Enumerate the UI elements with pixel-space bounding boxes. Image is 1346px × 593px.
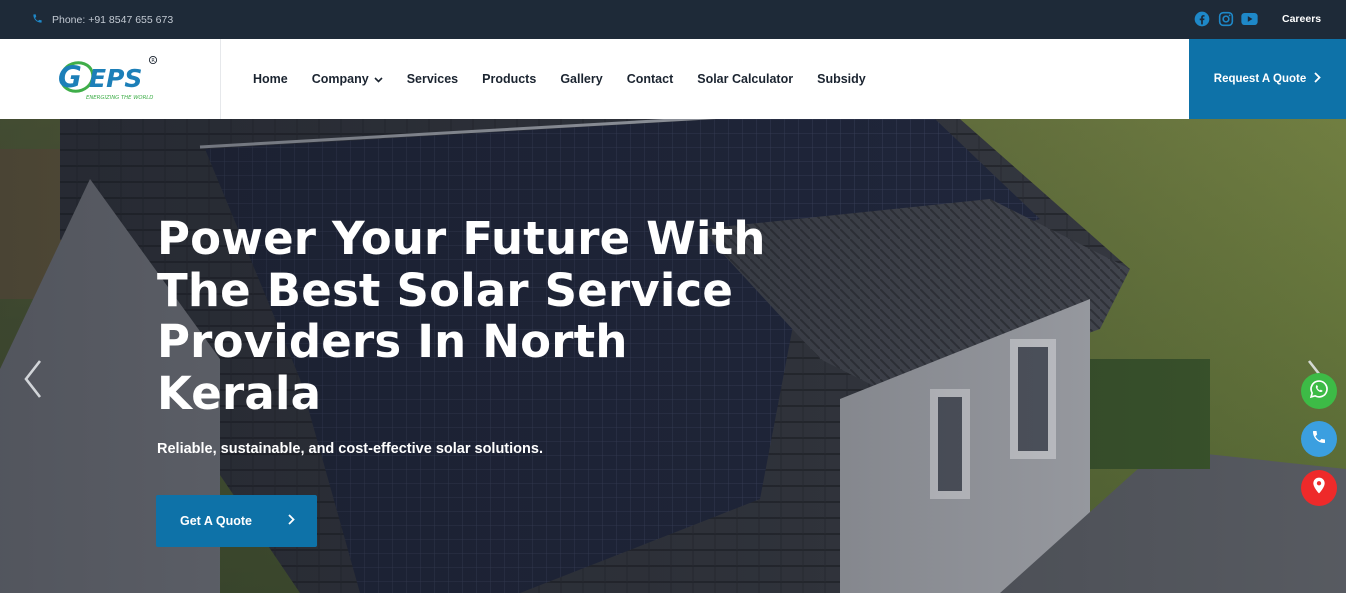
nav-gallery[interactable]: Gallery xyxy=(548,72,614,86)
site-header: G EPS ENERGIZING THE WORLD R Home Compan… xyxy=(0,39,1346,119)
svg-text:ENERGIZING THE WORLD: ENERGIZING THE WORLD xyxy=(86,95,153,101)
whatsapp-button[interactable] xyxy=(1301,373,1337,409)
get-quote-label: Get A Quote xyxy=(180,514,252,528)
nav-home[interactable]: Home xyxy=(241,72,300,86)
nav-services-label: Services xyxy=(406,72,459,86)
instagram-icon[interactable] xyxy=(1217,10,1234,27)
svg-text:EPS: EPS xyxy=(89,64,142,93)
phone-icon xyxy=(32,11,43,29)
chevron-right-icon xyxy=(1314,72,1321,86)
nav-contact-label: Contact xyxy=(626,72,674,86)
nav-subsidy[interactable]: Subsidy xyxy=(805,72,878,86)
nav-solar-calculator-label: Solar Calculator xyxy=(697,72,794,86)
nav-company[interactable]: Company xyxy=(300,72,395,86)
location-button[interactable] xyxy=(1301,470,1337,506)
chevron-down-icon xyxy=(374,72,383,86)
careers-link[interactable]: Careers xyxy=(1282,13,1321,25)
chevron-right-icon xyxy=(288,514,295,528)
main-nav: Home Company Services Products Gallery C… xyxy=(241,39,878,119)
nav-home-label: Home xyxy=(253,72,288,86)
facebook-icon[interactable] xyxy=(1193,10,1210,27)
nav-products[interactable]: Products xyxy=(470,72,548,86)
phone-number: Phone: +91 8547 655 673 xyxy=(52,14,174,26)
phone-icon xyxy=(1311,429,1327,450)
slider-prev-arrow-icon[interactable] xyxy=(22,359,44,399)
nav-contact[interactable]: Contact xyxy=(615,72,686,86)
top-phone[interactable]: Phone: +91 8547 655 673 xyxy=(32,12,173,28)
youtube-icon[interactable] xyxy=(1241,10,1258,27)
hero-subtitle: Reliable, sustainable, and cost-effectiv… xyxy=(157,441,543,457)
social-links xyxy=(1193,10,1258,27)
whatsapp-icon xyxy=(1309,379,1329,404)
nav-company-label: Company xyxy=(311,72,369,86)
map-pin-icon xyxy=(1312,477,1326,499)
logo-divider xyxy=(220,39,221,119)
hero-slider: Power Your Future With The Best Solar Se… xyxy=(0,119,1346,593)
nav-gallery-label: Gallery xyxy=(560,72,603,86)
request-quote-button[interactable]: Request A Quote xyxy=(1189,39,1346,119)
svg-text:R: R xyxy=(151,58,155,64)
brand-logo[interactable]: G EPS ENERGIZING THE WORLD R xyxy=(55,55,159,103)
nav-products-label: Products xyxy=(482,72,537,86)
svg-text:G: G xyxy=(58,60,82,94)
call-button[interactable] xyxy=(1301,421,1337,457)
hero-title: Power Your Future With The Best Solar Se… xyxy=(157,212,766,420)
request-quote-label: Request A Quote xyxy=(1213,73,1307,85)
get-quote-button[interactable]: Get A Quote xyxy=(156,495,317,547)
top-bar: Phone: +91 8547 655 673 Careers xyxy=(0,0,1346,39)
nav-subsidy-label: Subsidy xyxy=(817,72,866,86)
nav-solar-calculator[interactable]: Solar Calculator xyxy=(685,72,805,86)
nav-services[interactable]: Services xyxy=(395,72,470,86)
